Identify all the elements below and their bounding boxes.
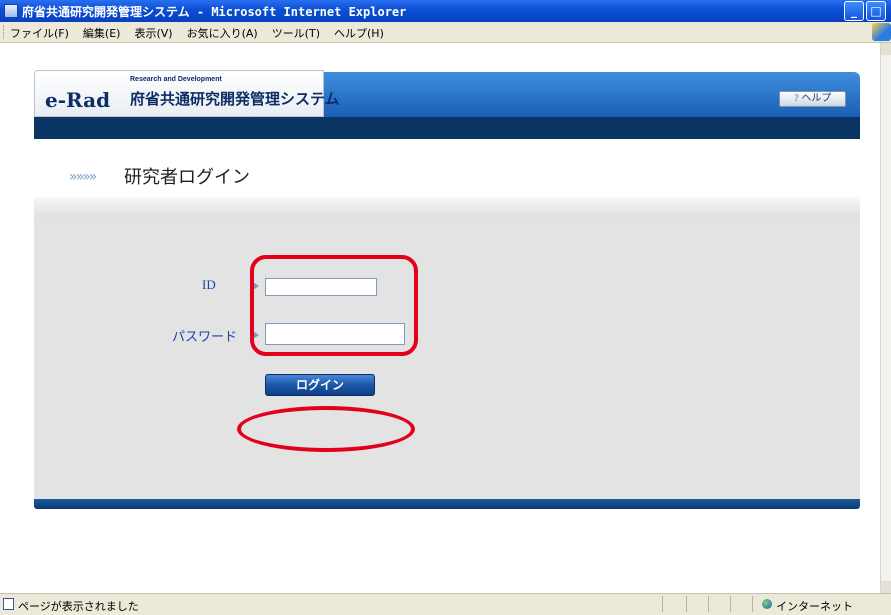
menu-tools[interactable]: ツール(T) — [272, 25, 320, 41]
menu-favorites[interactable]: お気に入り(A) — [187, 25, 258, 41]
login-form: ID パスワード ログイン — [34, 217, 860, 499]
erad-logo: e-Rad Research and Development 府省共通研究開発管… — [34, 70, 340, 117]
menu-help[interactable]: ヘルプ(H) — [334, 25, 384, 41]
menu-edit[interactable]: 編集(E) — [83, 25, 121, 41]
status-separator — [662, 596, 663, 612]
title-divider — [34, 197, 860, 217]
status-separator — [686, 596, 687, 612]
id-label: ID — [202, 277, 216, 292]
password-label: パスワード — [172, 329, 238, 344]
chevron-icon: »»»» — [69, 169, 97, 185]
annotation-highlight-fields — [250, 255, 418, 356]
help-button-label: ヘルプ — [801, 93, 832, 104]
ie-logo-icon — [872, 23, 891, 41]
status-separator — [708, 596, 709, 612]
footer-strip — [34, 499, 860, 509]
logo-system-name: 府省共通研究開発管理システム — [130, 90, 340, 108]
page-title-band: »»»» 研究者ログイン — [34, 139, 860, 197]
menu-items: ファイル(F) 編集(E) 表示(V) お気に入り(A) ツール(T) ヘルプ(… — [10, 25, 398, 41]
minimize-button[interactable]: _ — [844, 1, 864, 21]
annotation-highlight-login — [237, 406, 415, 452]
login-button[interactable]: ログイン — [265, 374, 375, 396]
vertical-scrollbar[interactable] — [880, 43, 891, 593]
scroll-down-arrow[interactable] — [881, 581, 891, 593]
nav-strip — [34, 117, 860, 139]
scroll-up-arrow[interactable] — [881, 43, 891, 55]
security-zone: インターネット — [776, 600, 853, 613]
globe-icon — [762, 599, 772, 609]
window-title: 府省共通研究開発管理システム - Microsoft Internet Expl… — [22, 5, 407, 19]
status-message: ページが表示されました — [18, 600, 139, 613]
help-button[interactable]: ? ヘルプ — [779, 91, 846, 107]
app-icon — [4, 4, 18, 18]
status-separator — [730, 596, 731, 612]
menu-view[interactable]: 表示(V) — [134, 25, 172, 41]
menu-file[interactable]: ファイル(F) — [10, 25, 69, 41]
window-titlebar: 府省共通研究開発管理システム - Microsoft Internet Expl… — [0, 0, 891, 22]
help-icon: ? — [793, 93, 800, 104]
logo-erad-text: e-Rad — [45, 88, 111, 112]
maximize-button[interactable]: □ — [866, 1, 886, 21]
page-title: 研究者ログイン — [124, 167, 250, 188]
menu-bar: ファイル(F) 編集(E) 表示(V) お気に入り(A) ツール(T) ヘルプ(… — [0, 22, 891, 43]
status-bar: ページが表示されました インターネット — [0, 593, 891, 615]
toolbar-grip — [3, 25, 6, 39]
browser-viewport: e-Rad Research and Development 府省共通研究開発管… — [0, 43, 880, 593]
logo-tagline: Research and Development — [130, 76, 222, 83]
page-icon — [3, 598, 14, 610]
status-separator — [752, 596, 753, 612]
